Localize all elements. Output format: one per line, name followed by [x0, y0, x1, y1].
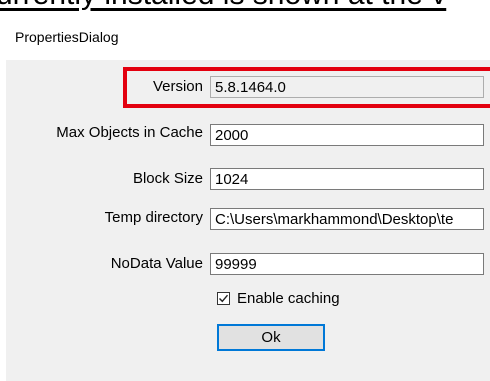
- properties-dialog: Version 5.8.1464.0 Max Objects in Cache …: [6, 60, 490, 381]
- nodata-value-label: NoData Value: [110, 255, 203, 272]
- block-size-field[interactable]: 1024: [210, 168, 484, 190]
- temp-directory-label: Temp directory: [104, 209, 203, 226]
- checkmark-icon: [219, 294, 229, 303]
- max-objects-label: Max Objects in Cache: [56, 124, 203, 141]
- background-caption-text: urrently installed is shown at the v: [0, 0, 446, 12]
- version-field: 5.8.1464.0: [210, 76, 484, 98]
- max-objects-field[interactable]: 2000: [210, 124, 484, 146]
- temp-directory-row: Temp directory C:\Users\markhammond\Desk…: [6, 205, 490, 231]
- block-size-row: Block Size 1024: [6, 166, 490, 192]
- temp-directory-field[interactable]: C:\Users\markhammond\Desktop\te: [210, 208, 484, 230]
- enable-caching-label[interactable]: Enable caching: [237, 290, 340, 307]
- max-objects-row: Max Objects in Cache 2000: [6, 120, 490, 146]
- block-size-label: Block Size: [132, 170, 203, 187]
- enable-caching-checkbox[interactable]: [217, 292, 230, 305]
- ok-button[interactable]: Ok: [217, 324, 325, 351]
- window-title: PropertiesDialog: [15, 29, 119, 45]
- nodata-value-field[interactable]: 99999: [210, 253, 484, 275]
- version-label: Version: [152, 78, 203, 95]
- version-row: Version 5.8.1464.0: [6, 74, 490, 100]
- nodata-value-row: NoData Value 99999: [6, 251, 490, 277]
